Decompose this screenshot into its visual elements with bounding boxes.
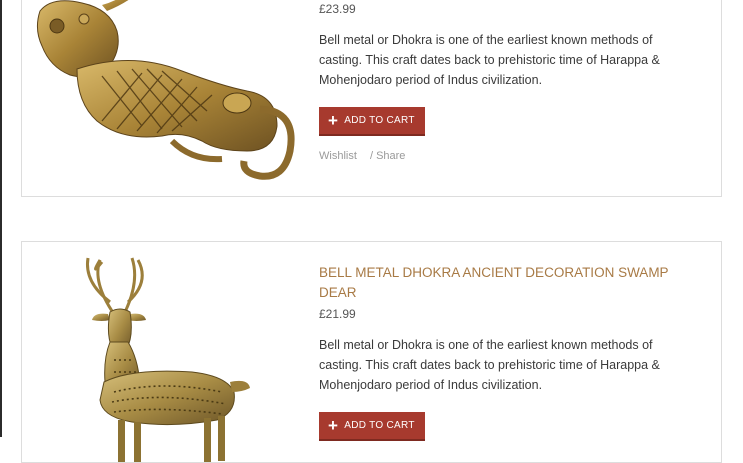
add-to-cart-label: ADD TO CART (344, 115, 415, 126)
product-price: £21.99 (319, 307, 356, 321)
product-image-bull[interactable] (22, 0, 302, 196)
product-card: BELL METAL DHOKRA ANCIENT DECORATION SWA… (21, 241, 722, 463)
product-meta-links: Wishlist / Share (319, 150, 699, 162)
product-card: £23.99 Bell metal or Dhokra is one of th… (21, 0, 722, 197)
add-to-cart-button[interactable]: + ADD TO CART (319, 107, 425, 134)
product-title[interactable]: BELL METAL DHOKRA ANCIENT DECORATION SWA… (319, 263, 699, 303)
product-info: £23.99 Bell metal or Dhokra is one of th… (319, 0, 699, 162)
page-left-border (0, 0, 2, 437)
add-to-cart-label: ADD TO CART (344, 420, 415, 431)
add-to-cart-button[interactable]: + ADD TO CART (319, 412, 425, 439)
product-description: Bell metal or Dhokra is one of the earli… (319, 33, 660, 87)
plus-icon: + (328, 416, 339, 435)
product-description: Bell metal or Dhokra is one of the earli… (319, 338, 660, 392)
product-price: £23.99 (319, 2, 356, 16)
wishlist-link[interactable]: Wishlist (319, 150, 357, 162)
product-image-deer[interactable] (22, 242, 302, 462)
dhokra-deer-image (85, 257, 250, 462)
share-link[interactable]: / Share (370, 150, 405, 162)
dhokra-bull-image (36, 0, 295, 180)
product-info: BELL METAL DHOKRA ANCIENT DECORATION SWA… (319, 263, 699, 439)
plus-icon: + (328, 111, 339, 130)
